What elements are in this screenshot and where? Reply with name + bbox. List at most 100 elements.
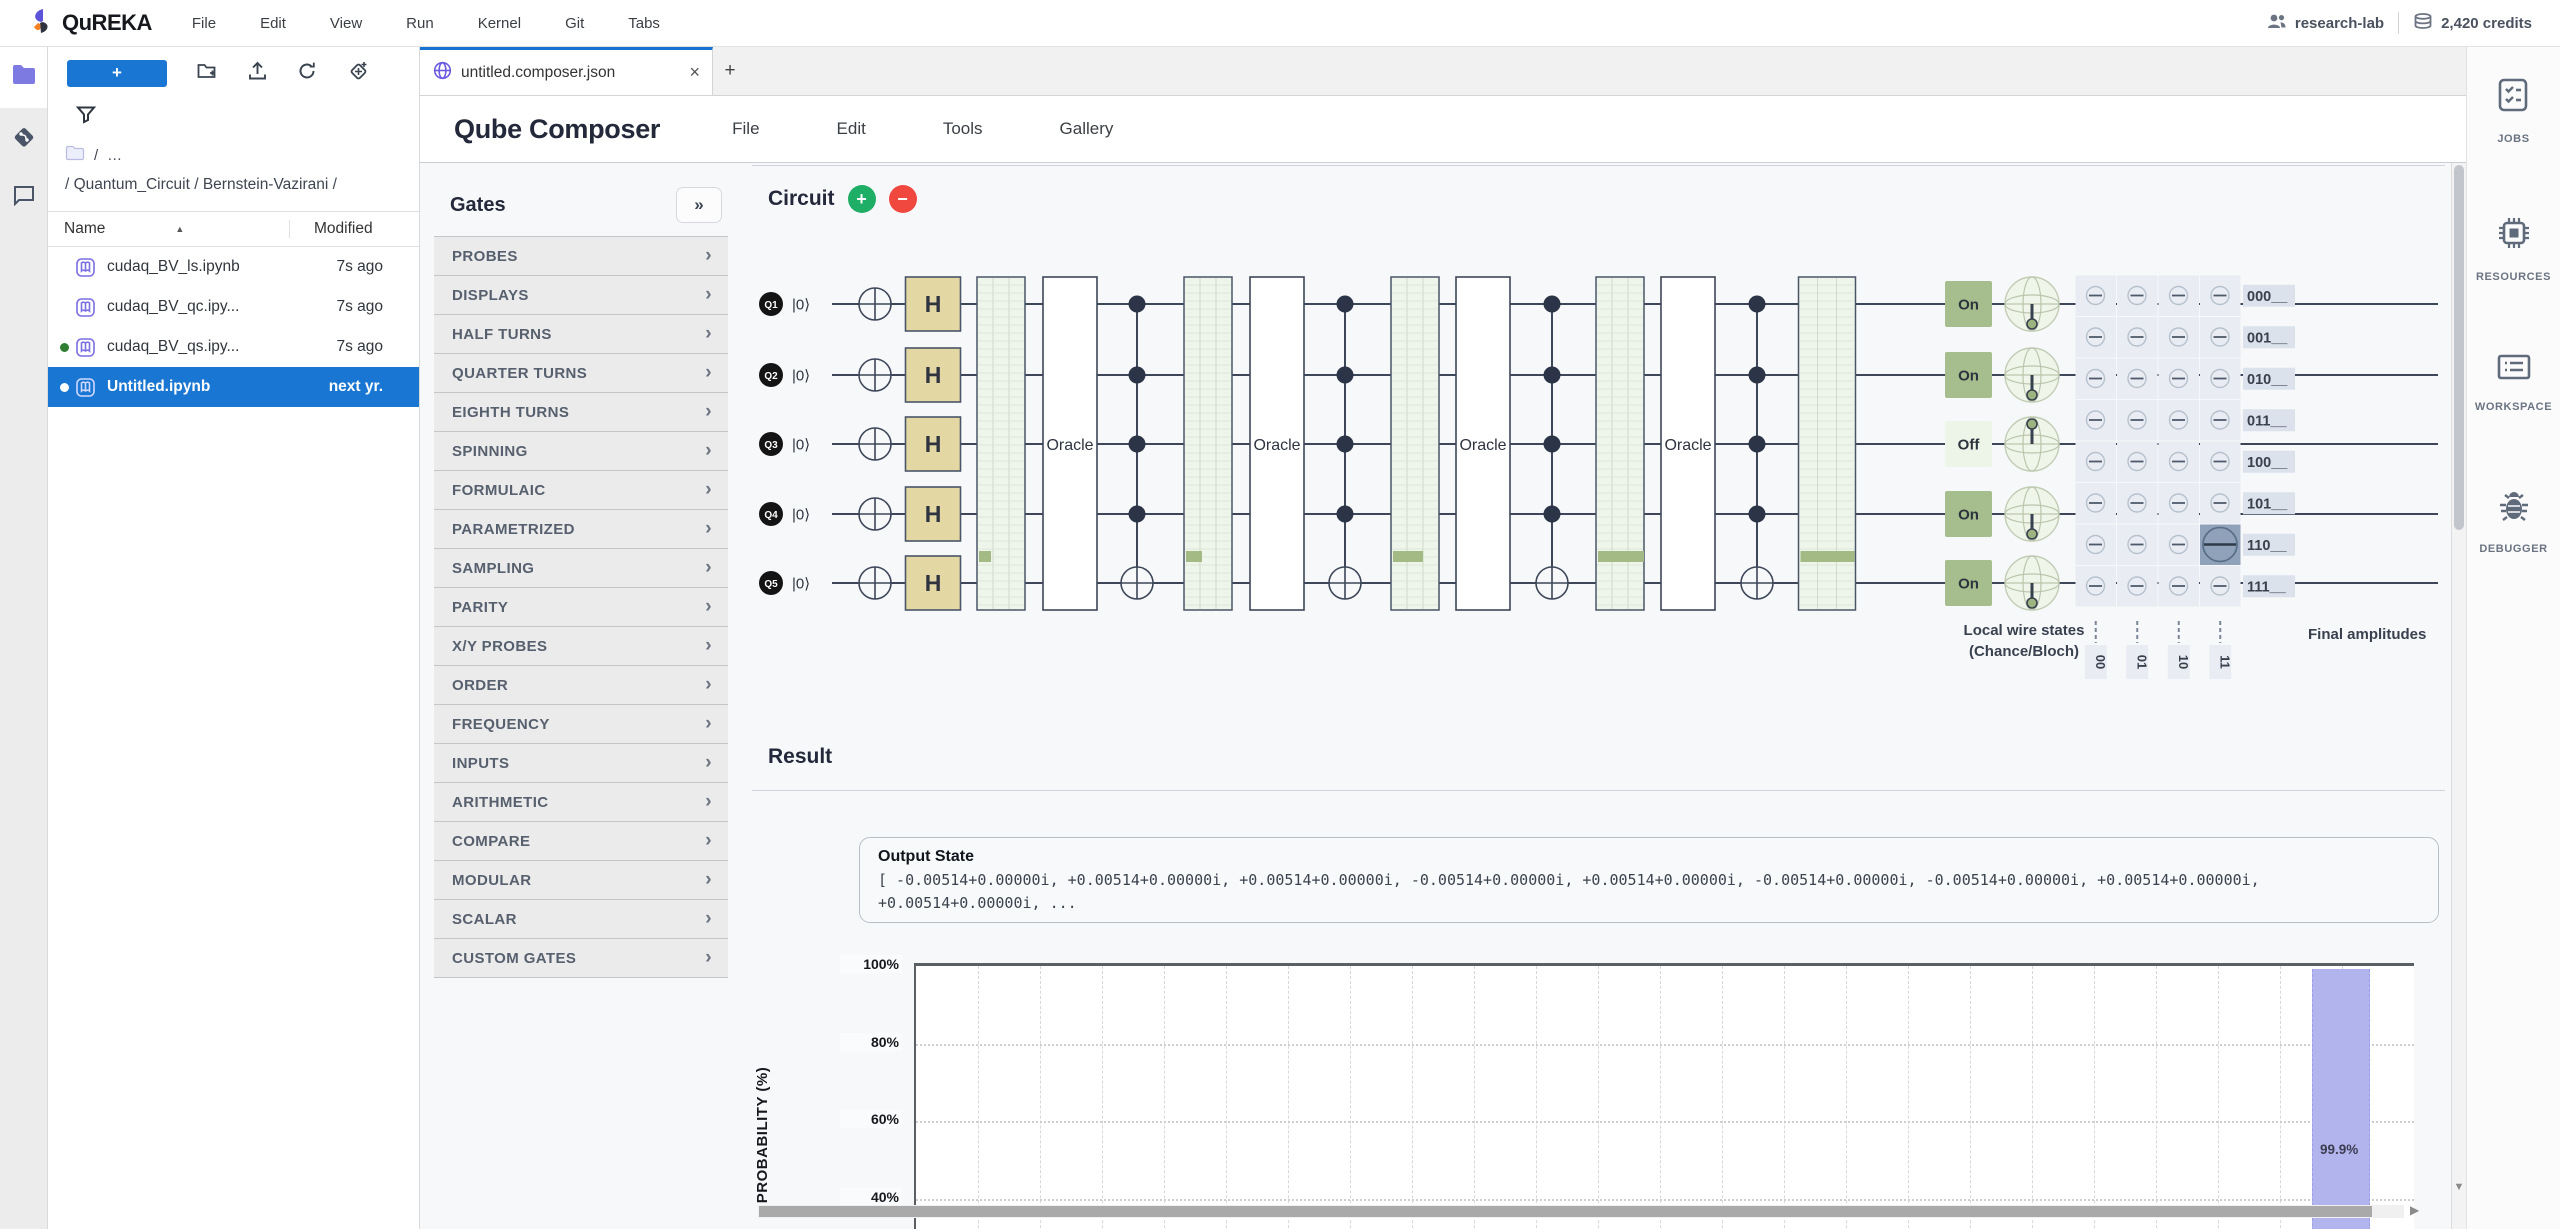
control-dot[interactable] bbox=[1337, 367, 1354, 384]
gate-category-order[interactable]: ORDER› bbox=[434, 665, 728, 704]
breadcrumb-folder-icon[interactable] bbox=[65, 145, 85, 165]
breadcrumb-path[interactable]: / Quantum_Circuit / Bernstein-Vazirani / bbox=[65, 173, 389, 197]
breadcrumb-ellipsis[interactable]: … bbox=[107, 147, 122, 164]
composer-menu-edit[interactable]: Edit bbox=[837, 119, 866, 139]
new-tab-button[interactable]: + bbox=[713, 47, 747, 95]
workspace-chip[interactable]: research-lab bbox=[2266, 13, 2384, 33]
control-dot[interactable] bbox=[1129, 506, 1146, 523]
control-dot[interactable] bbox=[1749, 506, 1766, 523]
sort-by-modified-header[interactable]: Modified bbox=[289, 220, 419, 238]
control-dot[interactable] bbox=[1129, 296, 1146, 313]
refresh-icon[interactable] bbox=[297, 61, 317, 86]
file-row[interactable]: cudaq_BV_qs.ipy...7s ago bbox=[48, 327, 419, 367]
gate-category-arithmetic[interactable]: ARITHMETIC› bbox=[434, 782, 728, 821]
amplitude-row-label: 001__ bbox=[2247, 330, 2288, 346]
menu-item-view[interactable]: View bbox=[330, 15, 362, 32]
gate-category-custom-gates[interactable]: CUSTOM GATES› bbox=[434, 938, 728, 977]
menu-item-kernel[interactable]: Kernel bbox=[478, 15, 521, 32]
horizontal-scrollbar-thumb[interactable] bbox=[759, 1206, 2372, 1217]
y-tick-label: 100% bbox=[840, 955, 902, 973]
scroll-down-icon[interactable]: ▼ bbox=[2452, 1181, 2466, 1193]
file-row[interactable]: cudaq_BV_qc.ipy...7s ago bbox=[48, 287, 419, 327]
gate-category-formulaic[interactable]: FORMULAIC› bbox=[434, 470, 728, 509]
tab-untitled-composer[interactable]: untitled.composer.json × bbox=[420, 47, 713, 95]
control-dot[interactable] bbox=[1337, 506, 1354, 523]
control-dot[interactable] bbox=[1544, 367, 1561, 384]
git-panel-icon[interactable] bbox=[0, 108, 47, 166]
control-dot[interactable] bbox=[1337, 436, 1354, 453]
gate-category-probes[interactable]: PROBES› bbox=[434, 236, 728, 275]
circuit-canvas[interactable]: Q1|0⟩Q2|0⟩Q3|0⟩Q4|0⟩Q5|0⟩HHHHHOracleOrac… bbox=[752, 235, 2445, 705]
menu-item-git[interactable]: Git bbox=[565, 15, 584, 32]
main-menu: File Edit View Run Kernel Git Tabs bbox=[192, 15, 660, 32]
resources-chip-icon bbox=[2496, 215, 2532, 256]
file-row[interactable]: Untitled.ipynbnext yr. bbox=[48, 367, 419, 407]
composer-menu-file[interactable]: File bbox=[732, 119, 759, 139]
file-browser-icon[interactable] bbox=[11, 64, 37, 91]
gate-category-displays[interactable]: DISPLAYS› bbox=[434, 275, 728, 314]
gridline-vertical bbox=[1846, 966, 1847, 1229]
gate-category-sampling[interactable]: SAMPLING› bbox=[434, 548, 728, 587]
gate-category-eighth-turns[interactable]: EIGHTH TURNS› bbox=[434, 392, 728, 431]
menu-item-edit[interactable]: Edit bbox=[260, 15, 286, 32]
sidebar-item-workspace[interactable]: WORKSPACE bbox=[2475, 353, 2552, 491]
chevron-right-icon: › bbox=[705, 908, 712, 930]
filter-funnel-icon[interactable] bbox=[76, 105, 96, 129]
sidebar-item-debugger[interactable]: DEBUGGER bbox=[2479, 491, 2547, 629]
credits-chip[interactable]: 2,420 credits bbox=[2413, 13, 2532, 34]
gate-category-parametrized[interactable]: PARAMETRIZED› bbox=[434, 509, 728, 548]
gate-category-x-y-probes[interactable]: X/Y PROBES› bbox=[434, 626, 728, 665]
add-qubit-button[interactable]: + bbox=[848, 185, 876, 213]
kernel-running-dot bbox=[60, 383, 69, 392]
control-dot[interactable] bbox=[1544, 436, 1561, 453]
composer-menu-tools[interactable]: Tools bbox=[943, 119, 983, 139]
tab-close-icon[interactable]: × bbox=[689, 62, 700, 83]
sort-by-name-header[interactable]: Name ▲ bbox=[48, 220, 289, 238]
control-dot[interactable] bbox=[1544, 506, 1561, 523]
y-tick-label: 40% bbox=[840, 1188, 902, 1206]
file-row[interactable]: cudaq_BV_ls.ipynb7s ago bbox=[48, 247, 419, 287]
breadcrumb-root[interactable]: / bbox=[94, 147, 98, 164]
vertical-scrollbar-thumb[interactable] bbox=[2454, 165, 2464, 530]
composer-menu-gallery[interactable]: Gallery bbox=[1060, 119, 1114, 139]
scroll-right-icon[interactable]: ▶ bbox=[2410, 1203, 2419, 1217]
upload-icon[interactable] bbox=[248, 61, 267, 86]
new-folder-icon[interactable] bbox=[197, 62, 218, 85]
menu-item-run[interactable]: Run bbox=[406, 15, 434, 32]
bloch-sphere bbox=[2005, 556, 2059, 610]
control-dot[interactable] bbox=[1749, 296, 1766, 313]
sidebar-item-resources[interactable]: RESOURCES bbox=[2476, 215, 2551, 353]
control-dot[interactable] bbox=[1749, 436, 1766, 453]
control-dot[interactable] bbox=[1129, 436, 1146, 453]
control-dot[interactable] bbox=[1337, 296, 1354, 313]
circuit-section-header: Circuit + − bbox=[768, 185, 917, 213]
remove-qubit-button[interactable]: − bbox=[889, 185, 917, 213]
git-init-icon[interactable] bbox=[347, 60, 369, 87]
chat-panel-icon[interactable] bbox=[0, 166, 47, 224]
gate-category-quarter-turns[interactable]: QUARTER TURNS› bbox=[434, 353, 728, 392]
gridline-horizontal bbox=[916, 1199, 2414, 1201]
gate-category-parity[interactable]: PARITY› bbox=[434, 587, 728, 626]
chevron-right-icon: › bbox=[705, 869, 712, 891]
gate-category-compare[interactable]: COMPARE› bbox=[434, 821, 728, 860]
gate-category-frequency[interactable]: FREQUENCY› bbox=[434, 704, 728, 743]
vertical-scrollbar[interactable]: ▼ bbox=[2451, 163, 2466, 1229]
gates-collapse-button[interactable]: » bbox=[676, 187, 722, 223]
gate-category-scalar[interactable]: SCALAR› bbox=[434, 899, 728, 938]
chevron-right-icon: › bbox=[705, 791, 712, 813]
menu-item-file[interactable]: File bbox=[192, 15, 216, 32]
gate-category-modular[interactable]: MODULAR› bbox=[434, 860, 728, 899]
new-launcher-button[interactable]: + bbox=[67, 60, 167, 87]
control-dot[interactable] bbox=[1129, 367, 1146, 384]
bloch-sphere bbox=[2005, 277, 2059, 331]
horizontal-scrollbar[interactable] bbox=[758, 1205, 2404, 1218]
debugger-label: DEBUGGER bbox=[2479, 543, 2547, 555]
gate-category-inputs[interactable]: INPUTS› bbox=[434, 743, 728, 782]
menu-item-tabs[interactable]: Tabs bbox=[628, 15, 660, 32]
control-dot[interactable] bbox=[1544, 296, 1561, 313]
svg-text:Q5: Q5 bbox=[764, 579, 778, 590]
sidebar-item-jobs[interactable]: JOBS bbox=[2497, 77, 2529, 215]
gate-category-spinning[interactable]: SPINNING› bbox=[434, 431, 728, 470]
gate-category-half-turns[interactable]: HALF TURNS› bbox=[434, 314, 728, 353]
control-dot[interactable] bbox=[1749, 367, 1766, 384]
